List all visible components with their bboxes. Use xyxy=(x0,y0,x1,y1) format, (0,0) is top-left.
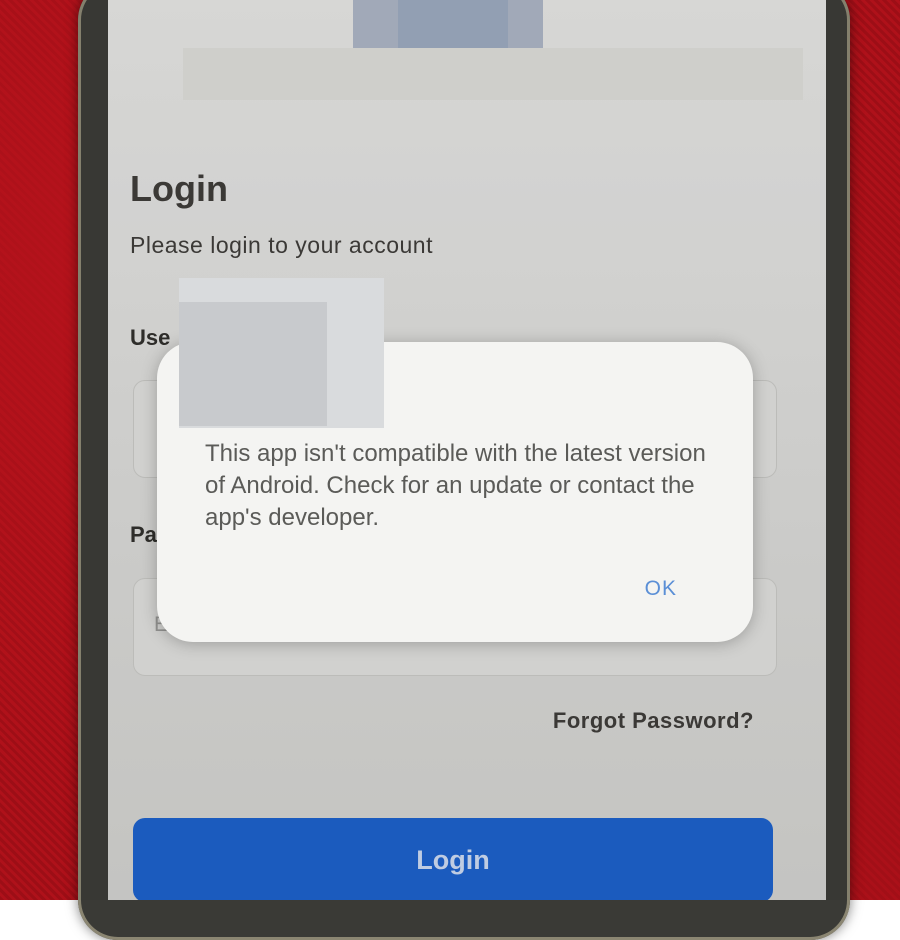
ok-button[interactable]: OK xyxy=(639,576,683,602)
compatibility-dialog: This app isn't compatible with the lates… xyxy=(157,278,753,642)
dialog-message: This app isn't compatible with the lates… xyxy=(205,440,706,531)
pixelated-region-inner xyxy=(179,302,327,426)
